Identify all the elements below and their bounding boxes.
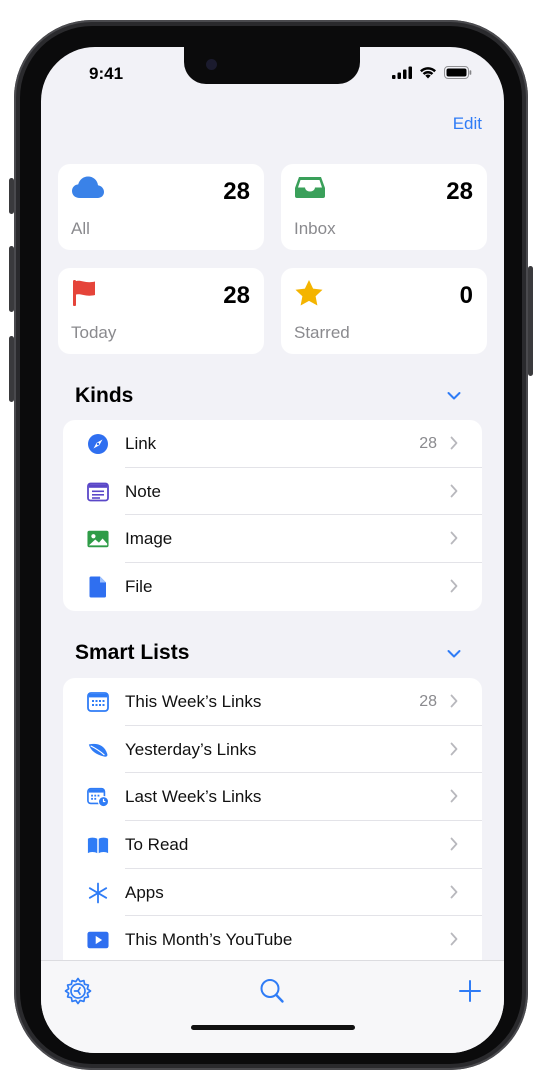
list-item-label: Image <box>125 529 173 549</box>
list-item-label: Note <box>125 481 161 501</box>
volume-up-button <box>9 246 14 312</box>
chevron-down-icon[interactable] <box>447 391 461 401</box>
edit-button[interactable]: Edit <box>453 114 482 134</box>
smart-lists-list: This Week’s Links 28 Yesterday’s Links L… <box>63 678 482 963</box>
document-icon <box>89 576 106 598</box>
list-item-yesterdays-links[interactable]: Yesterday’s Links <box>63 726 482 774</box>
list-item-label: This Month’s YouTube <box>125 930 293 950</box>
card-label: Starred <box>294 323 350 342</box>
app-screen: 9:41 Edit 28 All 28 Inbox 28 Today 0 Sta… <box>41 47 504 1053</box>
card-all[interactable]: 28 All <box>58 164 264 250</box>
card-count: 0 <box>459 282 473 309</box>
calendar-clock-icon <box>87 788 109 808</box>
list-item-label: Yesterday’s Links <box>125 739 257 759</box>
list-item-to-read[interactable]: To Read <box>63 821 482 869</box>
notch <box>184 47 360 84</box>
chevron-right-icon <box>450 885 458 899</box>
card-label: Inbox <box>294 219 336 238</box>
star-icon <box>295 280 323 306</box>
chevron-right-icon <box>450 789 458 803</box>
chevron-right-icon <box>450 933 458 946</box>
power-button <box>528 266 533 376</box>
note-icon <box>87 482 109 502</box>
search-icon[interactable] <box>259 977 285 1005</box>
list-item-count: 28 <box>419 435 437 452</box>
card-today[interactable]: 28 Today <box>58 268 264 354</box>
status-icons <box>392 66 472 79</box>
chevron-right-icon <box>450 579 458 593</box>
list-item-label: This Week’s Links <box>125 692 262 711</box>
card-label: All <box>71 219 90 238</box>
play-rectangle-icon <box>87 932 109 949</box>
home-indicator <box>191 1025 355 1030</box>
list-item-this-months-youtube[interactable]: This Month’s YouTube <box>63 916 482 963</box>
list-item-link[interactable]: Link 28 <box>63 420 482 468</box>
list-item-this-weeks-links[interactable]: This Week’s Links 28 <box>63 678 482 726</box>
mute-switch <box>9 178 14 214</box>
chevron-right-icon <box>450 742 458 756</box>
chevron-right-icon <box>450 531 458 545</box>
volume-down-button <box>9 336 14 402</box>
list-item-label: Last Week’s Links <box>125 787 262 807</box>
status-time: 9:41 <box>89 64 124 83</box>
book-icon <box>87 837 109 854</box>
card-inbox[interactable]: 28 Inbox <box>281 164 487 250</box>
list-item-label: Link <box>125 434 157 453</box>
kinds-list: Link 28 Note Image File <box>63 420 482 611</box>
battery-icon <box>444 66 472 79</box>
chevron-right-icon <box>450 837 458 851</box>
list-item-last-weeks-links[interactable]: Last Week’s Links <box>63 773 482 822</box>
list-item-count: 28 <box>419 693 437 710</box>
list-item-file[interactable]: File <box>63 563 482 611</box>
cloud-icon <box>72 176 104 198</box>
inbox-tray-icon <box>295 177 325 198</box>
card-count: 28 <box>223 178 250 205</box>
flag-icon <box>73 280 95 306</box>
list-item-note[interactable]: Note <box>63 468 482 516</box>
card-count: 28 <box>223 282 250 309</box>
front-camera <box>206 59 217 70</box>
section-title-kinds: Kinds <box>75 384 134 407</box>
compass-icon <box>88 434 108 454</box>
calendar-icon <box>87 692 109 712</box>
settings-gear-icon[interactable] <box>64 977 92 1005</box>
list-item-label: To Read <box>125 835 189 855</box>
leaf-icon <box>88 743 108 757</box>
list-item-label: Apps <box>125 882 164 902</box>
wifi-icon <box>420 67 436 79</box>
tab-bar <box>41 960 504 1053</box>
list-item-apps[interactable]: Apps <box>63 869 482 917</box>
chevron-right-icon <box>450 694 458 708</box>
chevron-right-icon <box>450 484 458 498</box>
asterisk-icon <box>88 882 108 904</box>
chevron-down-icon[interactable] <box>447 649 461 659</box>
card-label: Today <box>71 323 117 342</box>
plus-icon[interactable] <box>458 977 482 1005</box>
cellular-signal-icon <box>392 66 412 79</box>
list-item-label: File <box>125 577 153 597</box>
section-title-smart-lists: Smart Lists <box>75 641 190 664</box>
photo-icon <box>87 531 109 548</box>
card-starred[interactable]: 0 Starred <box>281 268 487 354</box>
card-count: 28 <box>446 178 473 205</box>
chevron-right-icon <box>450 436 458 450</box>
list-item-image[interactable]: Image <box>63 515 482 564</box>
